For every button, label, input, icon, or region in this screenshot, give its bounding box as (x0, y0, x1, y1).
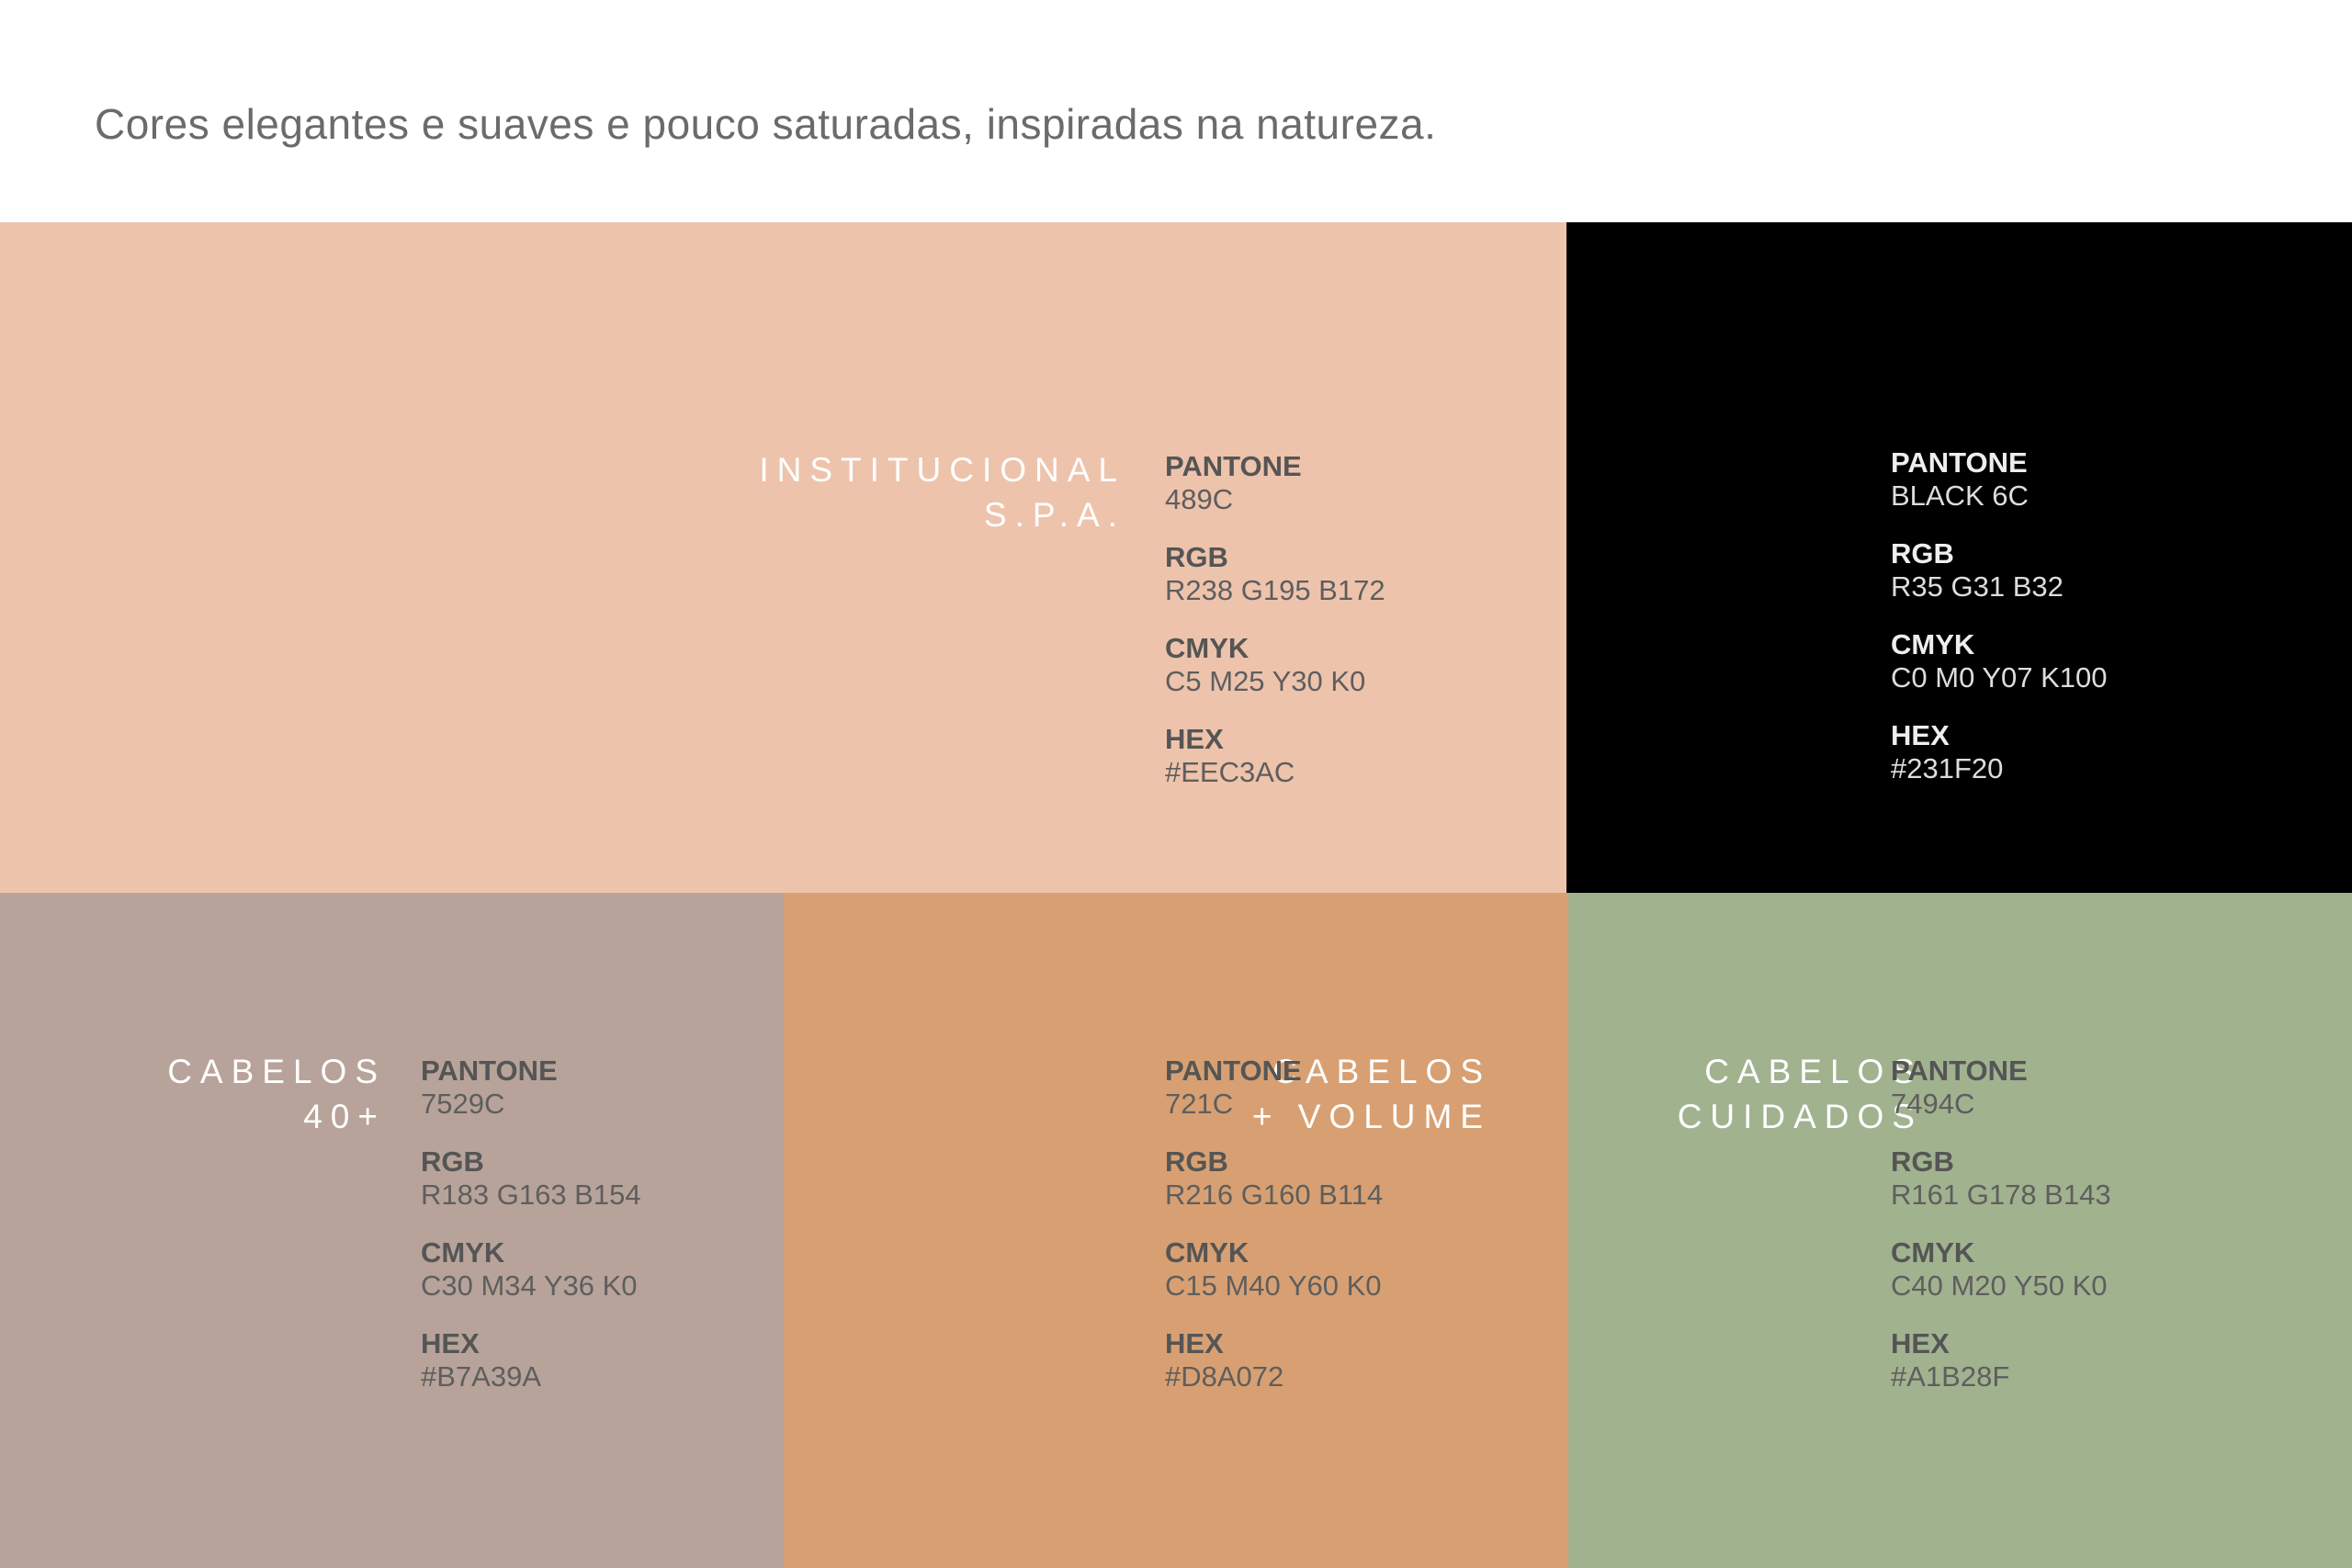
swatch-name-line1: CABELOS (167, 1053, 386, 1090)
spec-label: RGB (1891, 1145, 1954, 1178)
spec-label: RGB (1165, 541, 1228, 573)
spec-value: #EEC3AC (1165, 756, 1295, 788)
spec-value: R216 G160 B114 (1165, 1179, 1384, 1211)
spec-cmyk: CMYK C30 M34 Y36 K0 (421, 1236, 641, 1303)
page-headline: Cores elegantes e suaves e pouco saturad… (95, 100, 1437, 148)
spec-rgb: RGB R35 G31 B32 (1891, 537, 2108, 604)
spec-value: #D8A072 (1165, 1360, 1284, 1393)
swatch-institucional-spa: INSTITUCIONAL S.P.A. PANTONE 489C RGB R2… (0, 222, 1566, 893)
spec-value: R35 G31 B32 (1891, 570, 2064, 603)
spec-hex: HEX #D8A072 (1165, 1327, 1383, 1393)
spec-label: CMYK (1891, 628, 1975, 660)
swatch-black: PANTONE BLACK 6C RGB R35 G31 B32 CMYK C0… (1566, 222, 2352, 893)
swatch-name-line2: S.P.A. (983, 496, 1125, 534)
spec-value: #B7A39A (421, 1360, 541, 1393)
spec-hex: HEX #EEC3AC (1165, 723, 1385, 789)
spec-rgb: RGB R238 G195 B172 (1165, 541, 1385, 607)
swatch-specs: PANTONE BLACK 6C RGB R35 G31 B32 CMYK C0… (1891, 446, 2108, 810)
spec-pantone: PANTONE 721C (1165, 1055, 1383, 1121)
swatch-cabelos-cuidados: CABELOS CUIDADOS PANTONE 7494C RGB R161 … (1568, 893, 2352, 1568)
spec-label: PANTONE (1165, 450, 1302, 482)
swatch-cabelos-volume: CABELOS + VOLUME PANTONE 721C RGB R216 G… (784, 893, 1568, 1568)
spec-value: BLACK 6C (1891, 479, 2029, 512)
spec-label: PANTONE (1891, 1055, 2028, 1087)
spec-value: C30 M34 Y36 K0 (421, 1269, 638, 1302)
spec-label: RGB (1891, 537, 1954, 570)
spec-value: C40 M20 Y50 K0 (1891, 1269, 2108, 1302)
spec-value: C5 M25 Y30 K0 (1165, 665, 1366, 697)
spec-label: PANTONE (1165, 1055, 1302, 1087)
spec-cmyk: CMYK C40 M20 Y50 K0 (1891, 1236, 2111, 1303)
swatch-specs: PANTONE 7494C RGB R161 G178 B143 CMYK C4… (1891, 1055, 2111, 1418)
spec-hex: HEX #A1B28F (1891, 1327, 2111, 1393)
spec-pantone: PANTONE 7529C (421, 1055, 641, 1121)
spec-rgb: RGB R216 G160 B114 (1165, 1145, 1383, 1212)
spec-label: RGB (1165, 1145, 1228, 1178)
swatch-name-line2: 40+ (303, 1098, 386, 1135)
swatch-name: CABELOS CUIDADOS (1678, 1049, 1923, 1139)
swatch-name-line2: CUIDADOS (1677, 1098, 1923, 1135)
swatch-name: INSTITUCIONAL S.P.A. (759, 447, 1125, 537)
spec-value: R161 G178 B143 (1891, 1179, 2111, 1211)
spec-label: CMYK (1165, 632, 1250, 664)
spec-label: CMYK (1165, 1236, 1250, 1269)
spec-hex: HEX #231F20 (1891, 719, 2108, 785)
spec-label: HEX (1165, 723, 1224, 755)
spec-label: PANTONE (421, 1055, 558, 1087)
spec-value: R238 G195 B172 (1165, 574, 1385, 606)
spec-value: #231F20 (1891, 752, 2004, 784)
spec-rgb: RGB R183 G163 B154 (421, 1145, 641, 1212)
spec-cmyk: CMYK C5 M25 Y30 K0 (1165, 632, 1385, 698)
spec-label: PANTONE (1891, 446, 2028, 479)
spec-rgb: RGB R161 G178 B143 (1891, 1145, 2111, 1212)
swatch-name-line1: CABELOS (1704, 1053, 1923, 1090)
spec-value: R183 G163 B154 (421, 1179, 641, 1211)
swatch-cabelos-40: CABELOS 40+ PANTONE 7529C RGB R183 G163 … (0, 893, 784, 1568)
spec-label: HEX (421, 1327, 480, 1359)
spec-label: RGB (421, 1145, 484, 1178)
spec-value: 7494C (1891, 1088, 1975, 1120)
spec-value: 721C (1165, 1088, 1234, 1120)
spec-label: HEX (1165, 1327, 1224, 1359)
spec-pantone: PANTONE BLACK 6C (1891, 446, 2108, 513)
spec-value: 489C (1165, 483, 1234, 515)
spec-cmyk: CMYK C15 M40 Y60 K0 (1165, 1236, 1383, 1303)
spec-value: C0 M0 Y07 K100 (1891, 661, 2108, 694)
swatch-specs: PANTONE 7529C RGB R183 G163 B154 CMYK C3… (421, 1055, 641, 1418)
swatch-name-line1: INSTITUCIONAL (759, 451, 1125, 489)
spec-value: 7529C (421, 1088, 505, 1120)
spec-hex: HEX #B7A39A (421, 1327, 641, 1393)
spec-value: #A1B28F (1891, 1360, 2010, 1393)
spec-value: C15 M40 Y60 K0 (1165, 1269, 1382, 1302)
spec-pantone: PANTONE 489C (1165, 450, 1385, 516)
spec-pantone: PANTONE 7494C (1891, 1055, 2111, 1121)
spec-cmyk: CMYK C0 M0 Y07 K100 (1891, 628, 2108, 694)
spec-label: CMYK (1891, 1236, 1975, 1269)
swatch-specs: PANTONE 489C RGB R238 G195 B172 CMYK C5 … (1165, 450, 1385, 814)
spec-label: CMYK (421, 1236, 505, 1269)
swatch-specs: PANTONE 721C RGB R216 G160 B114 CMYK C15… (1165, 1055, 1383, 1418)
spec-label: HEX (1891, 1327, 1950, 1359)
swatch-name: CABELOS 40+ (167, 1049, 386, 1139)
spec-label: HEX (1891, 719, 1950, 751)
